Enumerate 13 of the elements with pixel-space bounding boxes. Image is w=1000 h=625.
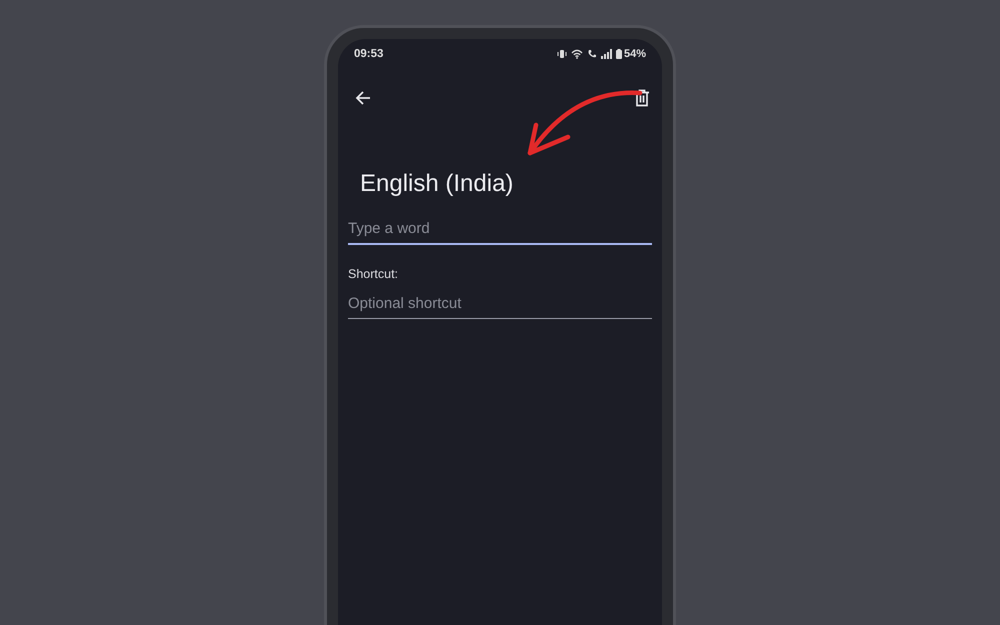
vibrate-icon — [556, 49, 567, 59]
battery-icon — [616, 49, 622, 59]
battery-percent: 54% — [624, 48, 646, 60]
dictionary-title: English (India) — [360, 170, 514, 198]
text-input-field[interactable]: Optional shortcut — [348, 287, 652, 319]
status-time: 09:53 — [354, 48, 384, 60]
trash-icon[interactable] — [634, 89, 650, 107]
text-input-field[interactable]: Type a word — [348, 212, 652, 245]
wifi-icon — [570, 49, 583, 59]
call-icon — [586, 49, 597, 59]
signal-icon — [600, 49, 612, 59]
back-arrow-icon[interactable] — [354, 89, 372, 107]
field-label: Shortcut: — [348, 267, 400, 281]
